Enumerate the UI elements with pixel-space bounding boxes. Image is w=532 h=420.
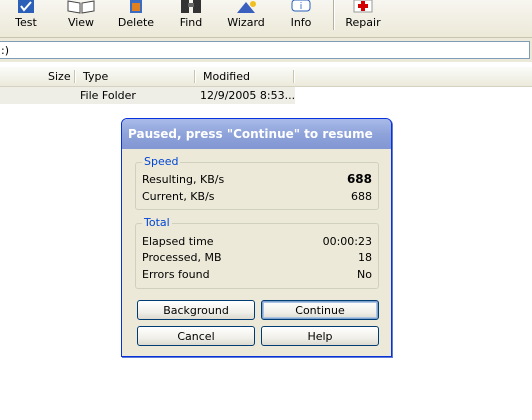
address-input[interactable]: :) — [0, 41, 530, 59]
find-label: Find — [179, 16, 203, 29]
list-header: Size Type Modified — [0, 67, 532, 87]
find-button[interactable]: Find — [170, 0, 212, 37]
repair-label: Repair — [345, 16, 381, 29]
test-button[interactable]: Test — [6, 0, 46, 37]
view-button[interactable]: View — [58, 0, 104, 37]
wizard-icon — [231, 0, 261, 14]
total-group: Total Elapsed time 00:00:23 Processed, M… — [135, 216, 379, 289]
background-button[interactable]: Background — [137, 300, 255, 320]
table-row[interactable]: File Folder 12/9/2005 8:53... — [0, 87, 295, 104]
toolbar-separator — [333, 0, 335, 30]
info-icon: i — [286, 0, 316, 14]
view-label: View — [67, 16, 95, 29]
resulting-speed-value: 688 — [346, 172, 372, 186]
dialog-title: Paused, press "Continue" to resume — [128, 127, 373, 141]
speed-group-title: Speed — [142, 155, 181, 168]
pause-dialog: Paused, press "Continue" to resume Speed… — [121, 118, 392, 357]
repair-button[interactable]: Repair — [341, 0, 385, 37]
processed-label: Processed, MB — [142, 251, 222, 264]
processed-value: 18 — [358, 251, 372, 264]
total-group-title: Total — [142, 216, 172, 229]
info-label: Info — [290, 16, 312, 29]
column-divider[interactable] — [74, 70, 76, 83]
current-speed-value: 688 — [351, 190, 372, 203]
errors-found-value: No — [357, 268, 372, 281]
current-speed-label: Current, KB/s — [142, 190, 215, 203]
test-label: Test — [15, 16, 37, 29]
wizard-label: Wizard — [227, 16, 265, 29]
book-icon — [66, 0, 96, 14]
wizard-button[interactable]: Wizard — [224, 0, 268, 37]
toolbar: Test View Delete Find Wizard i Info Repa… — [0, 0, 532, 38]
resulting-speed-label: Resulting, KB/s — [142, 173, 225, 186]
column-divider[interactable] — [194, 70, 196, 83]
checklist-icon — [11, 0, 41, 14]
column-modified[interactable]: Modified — [203, 67, 250, 86]
column-divider[interactable] — [293, 70, 295, 83]
elapsed-time-label: Elapsed time — [142, 235, 214, 248]
delete-icon — [121, 0, 151, 14]
app-window: Test View Delete Find Wizard i Info Repa… — [0, 0, 532, 420]
cell-modified: 12/9/2005 8:53... — [200, 89, 296, 102]
first-aid-icon — [348, 0, 378, 14]
cancel-button[interactable]: Cancel — [137, 326, 255, 346]
svg-text:i: i — [300, 2, 303, 12]
column-size[interactable]: Size — [48, 67, 71, 86]
binoculars-icon — [176, 0, 206, 14]
dialog-body: Speed Resulting, KB/s 688 Current, KB/s … — [125, 149, 388, 353]
address-bar: :) — [0, 38, 532, 62]
column-type[interactable]: Type — [83, 67, 108, 86]
continue-button[interactable]: Continue — [261, 300, 379, 320]
cell-type: File Folder — [80, 89, 136, 102]
errors-found-label: Errors found — [142, 268, 210, 281]
delete-label: Delete — [117, 16, 155, 29]
info-button[interactable]: i Info — [280, 0, 322, 37]
delete-button[interactable]: Delete — [114, 0, 158, 37]
elapsed-time-value: 00:00:23 — [322, 235, 372, 248]
dialog-titlebar[interactable]: Paused, press "Continue" to resume — [122, 119, 391, 149]
speed-group: Speed Resulting, KB/s 688 Current, KB/s … — [135, 155, 379, 210]
help-button[interactable]: Help — [261, 326, 379, 346]
